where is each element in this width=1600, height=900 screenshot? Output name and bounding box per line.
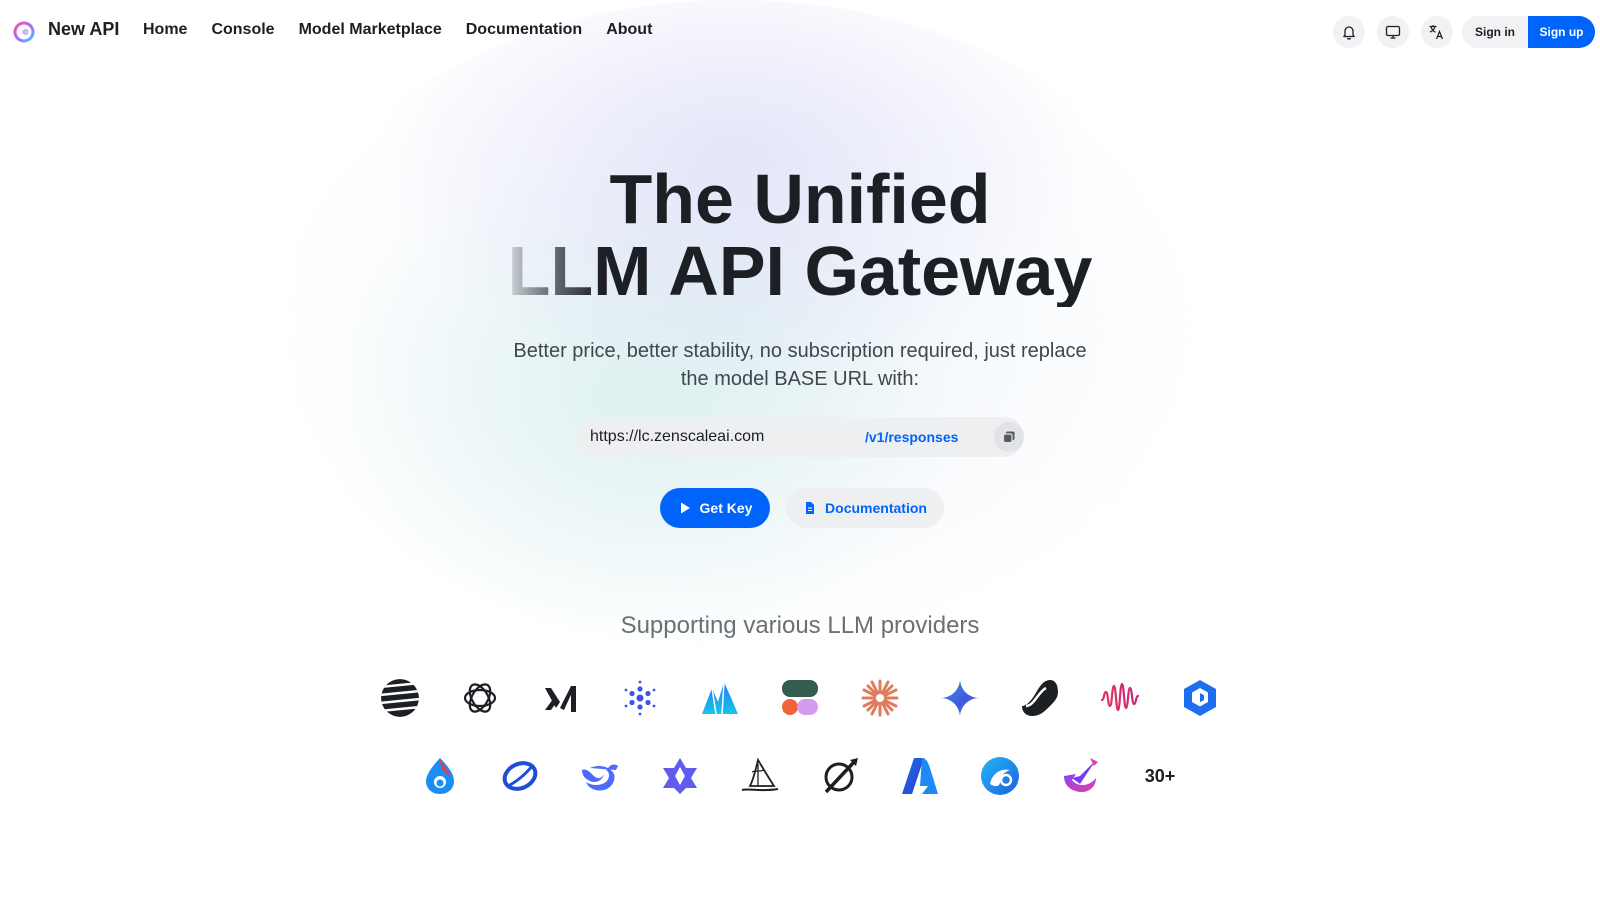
play-icon xyxy=(680,502,690,514)
more-providers-count: 30+ xyxy=(1144,765,1176,786)
display-mode-button[interactable] xyxy=(1377,16,1409,48)
nav-home[interactable]: Home xyxy=(143,21,187,39)
midjourney-sail-icon xyxy=(740,756,780,796)
copy-icon xyxy=(1002,431,1015,444)
azure-icon xyxy=(900,756,940,796)
providers-row-2: 30+ xyxy=(0,756,1600,796)
language-button[interactable] xyxy=(1421,16,1453,48)
translate-icon xyxy=(1429,25,1444,40)
document-icon xyxy=(806,502,815,514)
xai-icon xyxy=(540,678,580,718)
openai-icon xyxy=(460,678,500,718)
hero-title-line1: The Unified xyxy=(609,160,991,238)
mountain-icon xyxy=(700,678,740,718)
hero-title-line2: LLM API Gateway xyxy=(500,235,1100,307)
documentation-label: Documentation xyxy=(825,500,927,516)
nav-documentation[interactable]: Documentation xyxy=(466,21,582,39)
monitor-icon xyxy=(1385,25,1401,39)
documentation-button[interactable]: Documentation xyxy=(786,488,944,528)
check-arc-icon xyxy=(1060,756,1100,796)
audio-wave-icon xyxy=(1100,678,1140,718)
nav-model-marketplace[interactable]: Model Marketplace xyxy=(299,21,442,39)
url-path-suffix[interactable]: /v1/responses xyxy=(865,417,958,457)
ring-icon xyxy=(500,756,540,796)
new-api-logo-icon[interactable] xyxy=(13,21,35,43)
base-url-box: https://lc.zenscaleai.com /v1/responses xyxy=(576,417,1024,457)
brand-name[interactable]: New API xyxy=(48,19,119,40)
get-key-button[interactable]: Get Key xyxy=(660,488,770,528)
hero-background-glow xyxy=(270,0,1200,650)
bell-icon xyxy=(1343,26,1355,40)
providers-title: Supporting various LLM providers xyxy=(620,612,980,639)
claude-icon xyxy=(860,678,900,718)
hero-subtitle: Better price, better stability, no subsc… xyxy=(513,340,1087,390)
swirl-icon xyxy=(980,756,1020,796)
nav-links: Home Console Model Marketplace Documenta… xyxy=(143,21,652,39)
grok-slash-icon xyxy=(820,756,860,796)
gemini-icon xyxy=(940,678,980,718)
hexagon-cube-icon xyxy=(1180,678,1220,718)
nav-about[interactable]: About xyxy=(606,21,652,39)
sign-up-button[interactable]: Sign up xyxy=(1528,16,1595,48)
copy-url-button[interactable] xyxy=(994,422,1024,452)
moonshot-icon xyxy=(380,678,420,718)
mixed-blocks-icon xyxy=(780,678,820,718)
base-url-input[interactable]: https://lc.zenscaleai.com xyxy=(590,417,764,457)
top-navbar: New API Home Console Model Marketplace D… xyxy=(0,0,1600,62)
nav-console[interactable]: Console xyxy=(211,21,274,39)
sign-in-button[interactable]: Sign in xyxy=(1462,16,1528,48)
flame-drop-icon xyxy=(420,756,460,796)
get-key-label: Get Key xyxy=(699,500,753,516)
providers-row-1 xyxy=(0,678,1600,718)
wave-s-icon xyxy=(1020,678,1060,718)
deepseek-whale-icon xyxy=(580,756,620,796)
notifications-button[interactable] xyxy=(1333,16,1365,48)
hero-title: The Unified LLM API Gateway xyxy=(0,163,1600,307)
qwen-star-icon xyxy=(660,756,700,796)
dots-icon xyxy=(620,678,660,718)
